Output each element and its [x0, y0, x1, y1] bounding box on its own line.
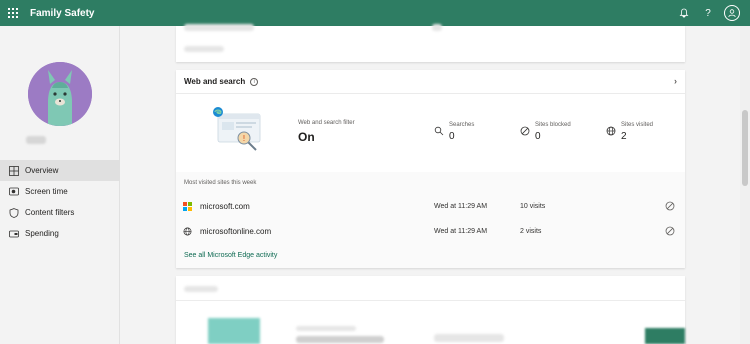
profile-name-blurred [26, 136, 46, 144]
app-launcher-icon[interactable] [0, 0, 26, 26]
sidebar-item-content-filters[interactable]: Content filters [0, 202, 120, 223]
sidebar-item-label: Overview [25, 166, 59, 175]
sidebar-item-spending[interactable]: Spending [0, 223, 120, 244]
blurred-text [296, 326, 356, 331]
divider [176, 300, 685, 301]
svg-text:!: ! [242, 134, 245, 143]
sites-section-title: Most visited sites this week [184, 180, 257, 186]
blurred-text [184, 24, 254, 31]
card-header[interactable]: Web and search i › [176, 70, 685, 94]
app-title: Family Safety [30, 7, 95, 19]
site-visit-count: 10 visits [520, 202, 546, 210]
site-row[interactable]: microsoftonline.com Wed at 11:29 AM 2 vi… [176, 219, 685, 243]
blurred-button [645, 328, 685, 344]
chevron-right-icon[interactable]: › [674, 76, 677, 86]
sidebar-item-label: Content filters [25, 208, 75, 217]
info-icon[interactable]: i [250, 77, 259, 86]
card-title: Web and search [184, 77, 246, 86]
most-visited-sites: Most visited sites this week microsoft.c… [176, 172, 685, 268]
wallet-icon [8, 228, 19, 239]
sidebar-item-label: Spending [25, 229, 59, 238]
sidebar-item-screen-time[interactable]: Screen time [0, 181, 120, 202]
site-last-visit: Wed at 11:29 AM [434, 202, 488, 210]
blurred-text [296, 336, 384, 343]
scrollbar[interactable] [740, 26, 750, 344]
stat-searches: Searches 0 [434, 122, 474, 142]
scrollbar-thumb[interactable] [742, 110, 748, 186]
sidebar-item-label: Screen time [25, 187, 68, 196]
site-visit-count: 2 visits [520, 227, 542, 235]
web-and-search-card: Web and search i › ! Web and search filt… [176, 70, 685, 268]
block-site-icon[interactable] [665, 226, 675, 236]
notifications-bell-icon[interactable] [672, 0, 696, 26]
profile-avatar [28, 62, 92, 126]
blurred-illustration [208, 318, 260, 344]
see-all-edge-activity-link[interactable]: See all Microsoft Edge activity [184, 252, 277, 259]
globe-icon [183, 227, 192, 236]
stat-sites-blocked: Sites blocked 0 [520, 122, 571, 142]
screen-time-icon [8, 186, 19, 197]
next-activity-card [176, 276, 685, 344]
globe-icon [606, 123, 616, 136]
site-row[interactable]: microsoft.com Wed at 11:29 AM 10 visits [176, 194, 685, 218]
sidebar-item-overview[interactable]: Overview [0, 160, 120, 181]
site-name: microsoft.com [200, 201, 250, 211]
previous-activity-card [176, 24, 685, 62]
overview-icon [8, 165, 19, 176]
stat-label: Sites visited [621, 122, 654, 128]
stat-label: Searches [449, 122, 475, 128]
account-avatar-icon[interactable] [724, 5, 740, 21]
filter-value: On [298, 130, 315, 144]
search-icon [434, 123, 444, 136]
stat-label: Sites blocked [535, 122, 571, 128]
top-bar: Family Safety ? [0, 0, 750, 26]
stat-sites-visited: Sites visited 2 [606, 122, 653, 142]
block-site-icon[interactable] [665, 201, 675, 211]
shield-icon [8, 207, 19, 218]
stat-value: 0 [535, 131, 541, 142]
blurred-text [184, 286, 218, 292]
site-last-visit: Wed at 11:29 AM [434, 227, 488, 235]
web-filter-status: Web and search filter On [298, 120, 355, 144]
web-search-illustration: ! [212, 106, 268, 156]
stat-value: 0 [449, 131, 455, 142]
microsoft-logo-icon [183, 201, 192, 211]
sidebar-nav: Overview Screen time Content filters Spe… [0, 160, 120, 244]
stat-value: 2 [621, 131, 627, 142]
blurred-text [434, 334, 504, 342]
filter-label: Web and search filter [298, 120, 355, 126]
help-button[interactable]: ? [696, 0, 720, 26]
blurred-text [184, 46, 224, 52]
block-icon [520, 123, 530, 136]
sidebar: Overview Screen time Content filters Spe… [0, 26, 120, 344]
blurred-text [432, 24, 442, 31]
site-name: microsoftonline.com [200, 226, 272, 236]
